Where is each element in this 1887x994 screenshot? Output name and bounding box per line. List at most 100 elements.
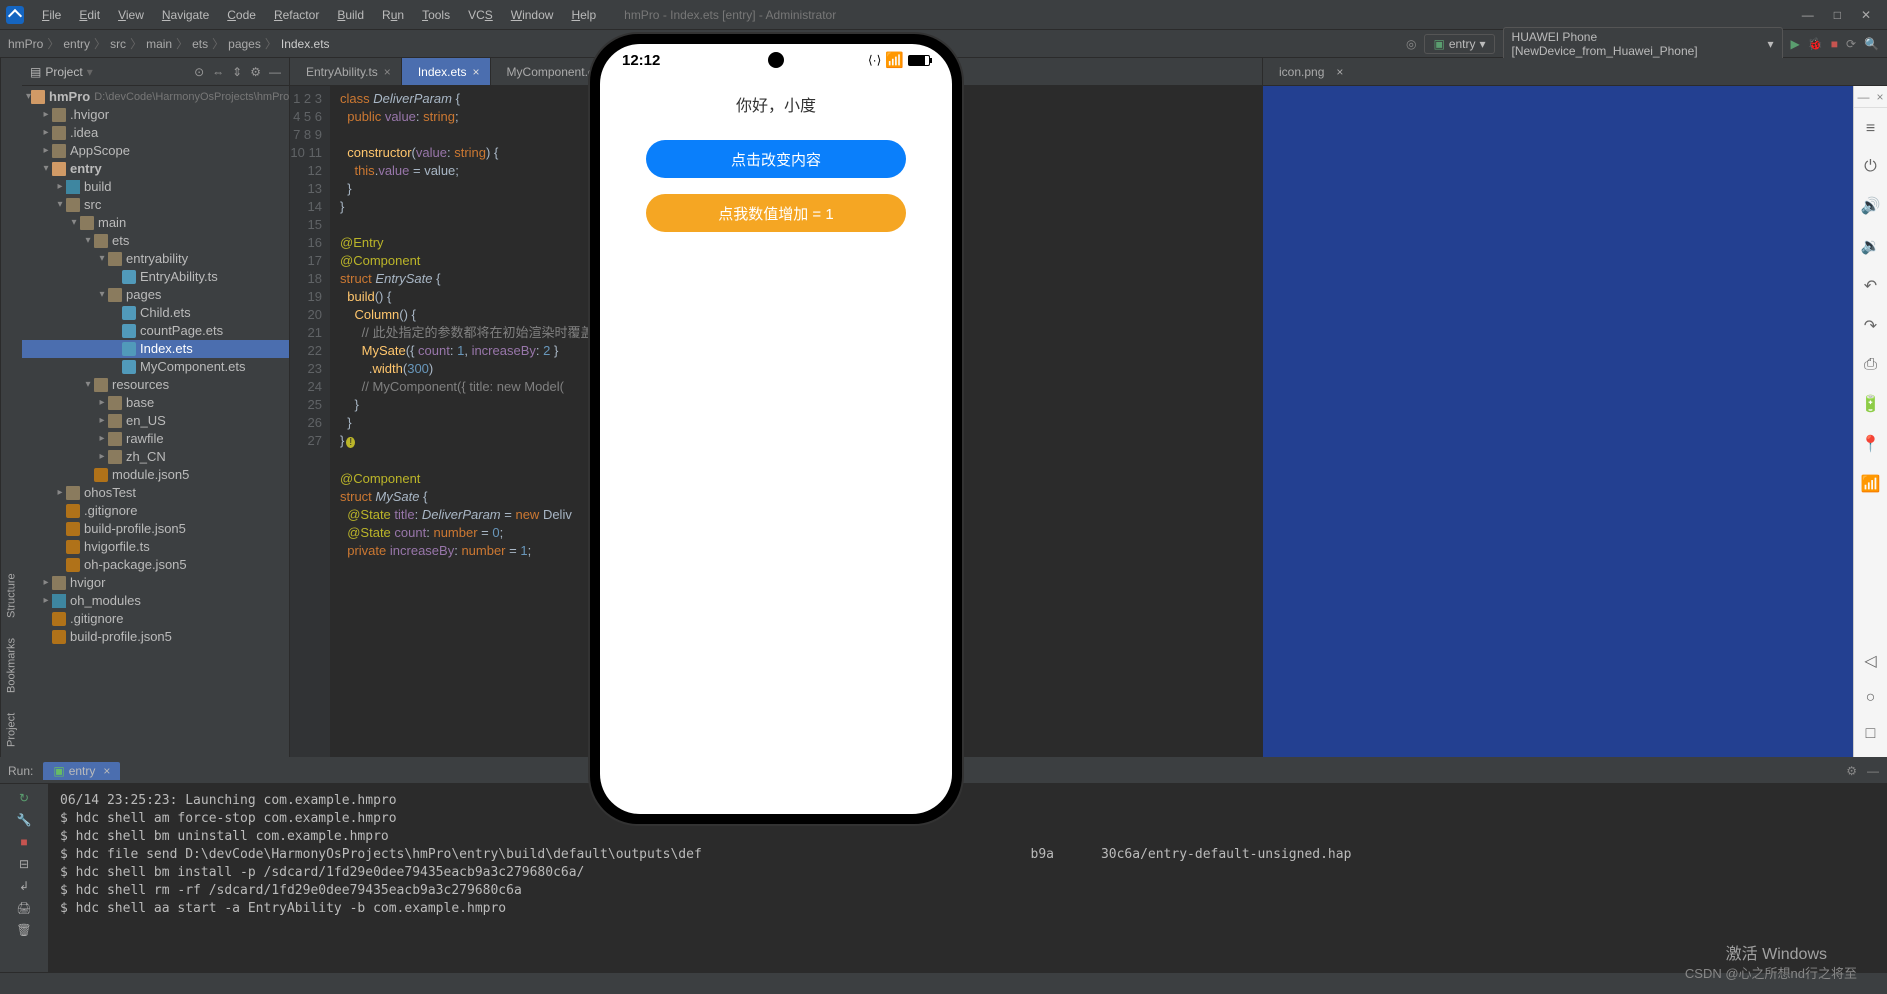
change-content-button[interactable]: 点击改变内容	[646, 140, 906, 178]
menu-view[interactable]: View	[110, 5, 152, 25]
crumb[interactable]: ets	[192, 37, 208, 51]
tab-icon-png[interactable]: icon.png×	[1273, 65, 1343, 79]
stop-icon[interactable]: ■	[16, 834, 32, 850]
rerun-icon[interactable]: ↻	[16, 790, 32, 806]
close-icon[interactable]: ✕	[1861, 8, 1871, 22]
tree-node[interactable]: ▾resources	[22, 376, 289, 394]
tree-node[interactable]: Index.ets	[22, 340, 289, 358]
tree-node[interactable]: MyComponent.ets	[22, 358, 289, 376]
project-tree[interactable]: ▾hmProD:\devCode\HarmonyOsProjects\hmPro…	[22, 86, 289, 757]
emu-rotate-left-icon[interactable]: ↶	[1864, 276, 1877, 296]
tree-node[interactable]: EntryAbility.ts	[22, 268, 289, 286]
close-icon[interactable]: ×	[1336, 65, 1343, 79]
tree-node[interactable]: ▸.hvigor	[22, 106, 289, 124]
emu-location-icon[interactable]: 📍	[1861, 434, 1881, 454]
emu-power-icon[interactable]: ⏻	[1864, 158, 1877, 176]
emu-wifi-icon[interactable]: 📶	[1861, 474, 1881, 494]
tree-node[interactable]: ▸build	[22, 178, 289, 196]
tree-node[interactable]: build-profile.json5	[22, 520, 289, 538]
device-icon[interactable]: ◎	[1406, 37, 1416, 51]
emu-screenshot-icon[interactable]: ⎙	[1864, 356, 1877, 374]
minimize-icon[interactable]: —	[1802, 8, 1814, 22]
print-icon[interactable]: 🖨	[16, 900, 32, 916]
tree-node[interactable]: ▸zh_CN	[22, 448, 289, 466]
search-icon[interactable]: 🔍	[1864, 37, 1879, 51]
run-hide-icon[interactable]: —	[1867, 764, 1879, 778]
emu-rotate-right-icon[interactable]: ↷	[1864, 316, 1877, 336]
tree-node[interactable]: .gitignore	[22, 610, 289, 628]
tree-node[interactable]: countPage.ets	[22, 322, 289, 340]
tree-node[interactable]: ▸base	[22, 394, 289, 412]
crumb[interactable]: main	[146, 37, 172, 51]
emu-voldown-icon[interactable]: 🔉	[1861, 236, 1881, 256]
tab-index[interactable]: Index.ets×	[402, 58, 491, 85]
emu-volup-icon[interactable]: 🔊	[1861, 196, 1881, 216]
tree-node[interactable]: ▾pages	[22, 286, 289, 304]
settings-icon[interactable]: ⚙	[250, 65, 261, 79]
tree-node[interactable]: ▸.idea	[22, 124, 289, 142]
tree-node[interactable]: ▾entryability	[22, 250, 289, 268]
menu-file[interactable]: FFileile	[34, 5, 69, 25]
run-settings-icon[interactable]: ⚙	[1846, 764, 1857, 778]
close-icon[interactable]: ×	[384, 65, 391, 79]
emu-menu-icon[interactable]: ≡	[1866, 120, 1875, 138]
hide-icon[interactable]: —	[269, 65, 281, 79]
tree-node[interactable]: ▸ohosTest	[22, 484, 289, 502]
menu-run[interactable]: Run	[374, 5, 412, 25]
menu-navigate[interactable]: Navigate	[154, 5, 217, 25]
stripe-structure[interactable]: Structure	[6, 573, 18, 618]
tree-node[interactable]: ▸rawfile	[22, 430, 289, 448]
tree-node[interactable]: ▾src	[22, 196, 289, 214]
tree-node[interactable]: ▾entry	[22, 160, 289, 178]
tree-node[interactable]: hvigorfile.ts	[22, 538, 289, 556]
stop-icon[interactable]: ■	[1831, 37, 1838, 51]
run-tab-entry[interactable]: ▣entry×	[43, 762, 120, 780]
menu-build[interactable]: Build	[329, 5, 372, 25]
crumb[interactable]: src	[110, 37, 126, 51]
close-icon[interactable]: ×	[473, 65, 480, 79]
expand-icon[interactable]: ⇔	[212, 65, 224, 79]
tree-node[interactable]: module.json5	[22, 466, 289, 484]
menu-help[interactable]: Help	[563, 5, 604, 25]
emu-recent-icon[interactable]: □	[1866, 725, 1876, 743]
crumb[interactable]: entry	[63, 37, 90, 51]
sync-icon[interactable]: ⟳	[1846, 37, 1856, 51]
collapse-icon[interactable]: ⇕	[232, 65, 242, 79]
menu-edit[interactable]: Edit	[71, 5, 108, 25]
tab-entryability[interactable]: EntryAbility.ts×	[290, 58, 402, 85]
crumb[interactable]: hmPro	[8, 37, 43, 51]
trash-icon[interactable]: 🗑	[16, 922, 32, 938]
emu-close-icon[interactable]: ×	[1876, 90, 1883, 104]
emu-home-icon[interactable]: ○	[1866, 689, 1876, 707]
run-config-dropdown[interactable]: ▣entry▾	[1424, 34, 1494, 54]
menu-vcs[interactable]: VCS	[460, 5, 501, 25]
menu-window[interactable]: Window	[503, 5, 562, 25]
menu-code[interactable]: Code	[219, 5, 264, 25]
tree-node[interactable]: ▸AppScope	[22, 142, 289, 160]
tree-node[interactable]: ▾main	[22, 214, 289, 232]
tree-node[interactable]: build-profile.json5	[22, 628, 289, 646]
locate-icon[interactable]: ⊙	[194, 65, 204, 79]
tree-node[interactable]: ▸hvigor	[22, 574, 289, 592]
tree-node[interactable]: ▾ets	[22, 232, 289, 250]
tree-node[interactable]: ▸oh_modules	[22, 592, 289, 610]
run-icon[interactable]: ▶	[1791, 37, 1800, 51]
menu-refactor[interactable]: Refactor	[266, 5, 327, 25]
tree-node[interactable]: ▸en_US	[22, 412, 289, 430]
increment-button[interactable]: 点我数值增加 = 1	[646, 194, 906, 232]
stripe-bookmarks[interactable]: Bookmarks	[6, 638, 18, 693]
stripe-project[interactable]: Project	[6, 713, 18, 747]
crumb[interactable]: pages	[228, 37, 261, 51]
tree-root[interactable]: ▾hmProD:\devCode\HarmonyOsProjects\hmPro	[22, 88, 289, 106]
softwrap-icon[interactable]: ↲	[16, 878, 32, 894]
emu-back-icon[interactable]: ◁	[1864, 651, 1876, 671]
tree-node[interactable]: .gitignore	[22, 502, 289, 520]
tree-node[interactable]: oh-package.json5	[22, 556, 289, 574]
menu-tools[interactable]: Tools	[414, 5, 458, 25]
emu-battery-icon[interactable]: 🔋	[1861, 394, 1881, 414]
tree-node[interactable]: Child.ets	[22, 304, 289, 322]
crumb-current[interactable]: Index.ets	[281, 37, 330, 51]
run-console[interactable]: 06/14 23:25:23: Launching com.example.hm…	[48, 784, 1887, 972]
debug-icon[interactable]: 🐞	[1808, 37, 1823, 51]
layout-icon[interactable]: ⊟	[16, 856, 32, 872]
